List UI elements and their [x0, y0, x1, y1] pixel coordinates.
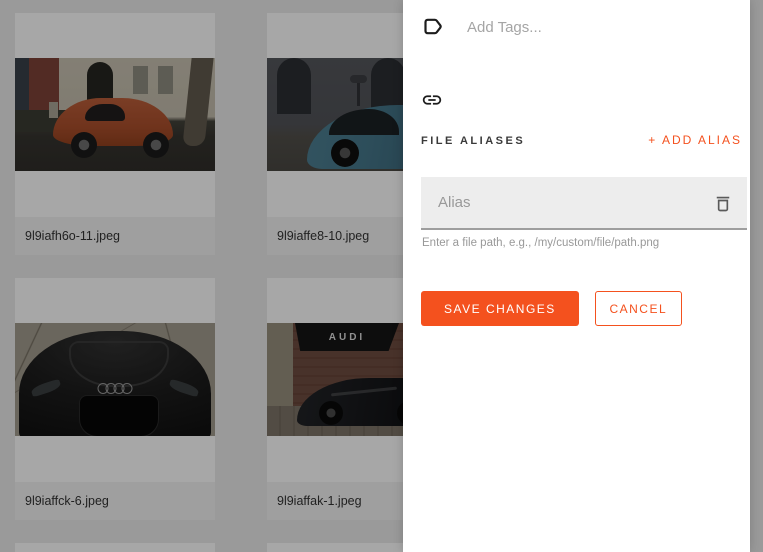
- delete-alias-button[interactable]: [713, 193, 733, 213]
- edit-file-panel: FILE ALIASES + ADD ALIAS Enter a file pa…: [403, 0, 750, 552]
- tag-icon: [421, 15, 445, 39]
- panel-actions: SAVE CHANGES CANCEL: [421, 291, 682, 326]
- alias-field: [421, 177, 747, 230]
- save-changes-button[interactable]: SAVE CHANGES: [421, 291, 579, 326]
- file-aliases-heading: FILE ALIASES: [421, 135, 526, 147]
- add-tags-input[interactable]: [467, 18, 740, 36]
- tags-row: [421, 15, 740, 39]
- alias-helper-text: Enter a file path, e.g., /my/custom/file…: [422, 237, 660, 249]
- link-row: [421, 89, 443, 116]
- add-alias-button[interactable]: + ADD ALIAS: [648, 133, 742, 147]
- link-icon[interactable]: [421, 89, 443, 116]
- trash-icon: [713, 193, 733, 213]
- alias-input[interactable]: [421, 177, 713, 228]
- file-aliases-header: FILE ALIASES + ADD ALIAS: [421, 133, 742, 147]
- cancel-button[interactable]: CANCEL: [594, 291, 682, 326]
